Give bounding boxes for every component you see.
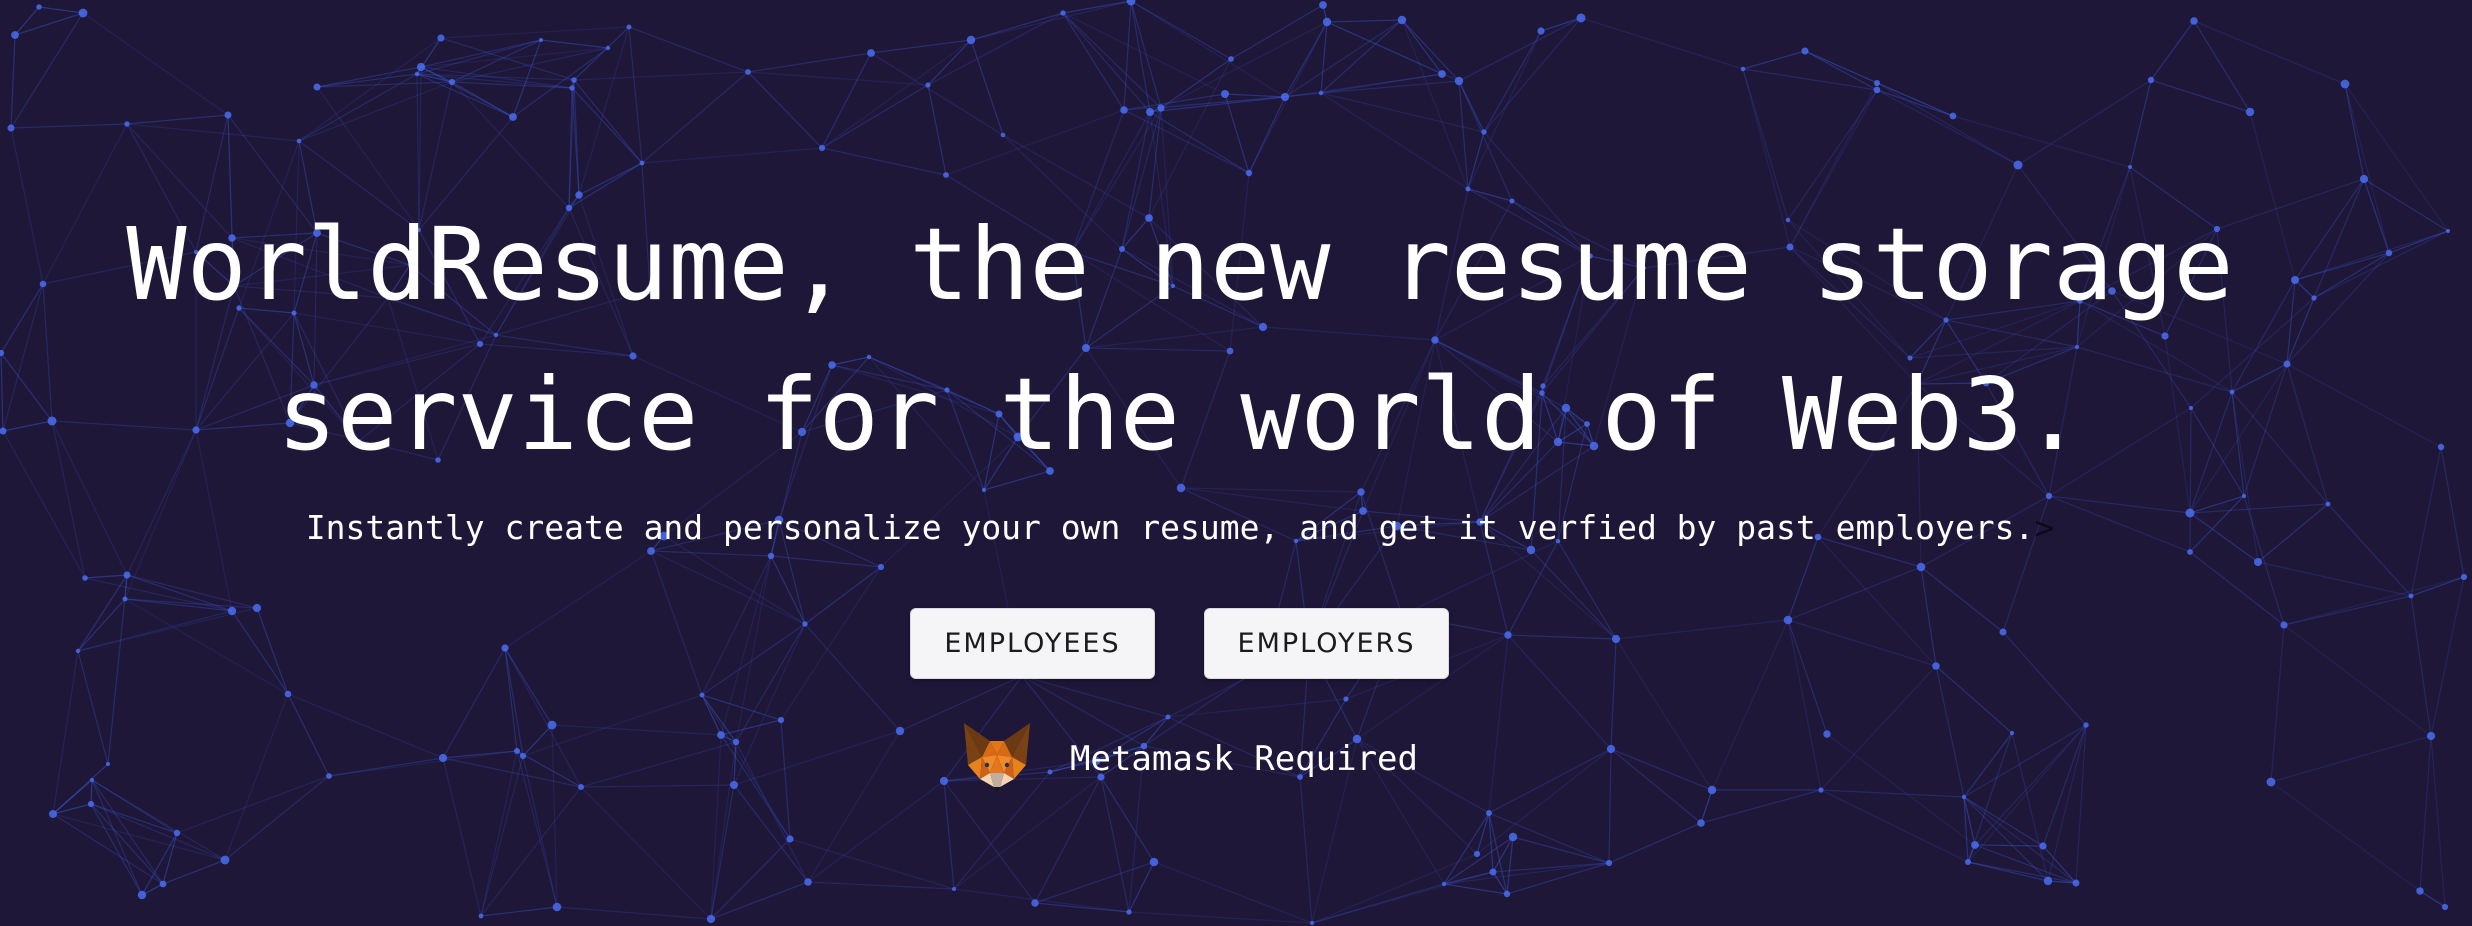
hero-subtitle: Instantly create and personalize your ow… bbox=[0, 505, 2360, 551]
employees-button[interactable]: EMPLOYEES bbox=[910, 608, 1155, 679]
headline-line-1: WorldResume, the new resume storage bbox=[126, 206, 2234, 323]
landing-page: WorldResume, the new resume storage serv… bbox=[0, 0, 2472, 926]
hero-section: WorldResume, the new resume storage serv… bbox=[0, 0, 2472, 926]
employers-button[interactable]: EMPLOYERS bbox=[1204, 608, 1449, 679]
subtitle-text: Instantly create and personalize your ow… bbox=[305, 508, 2035, 547]
metamask-fox-icon bbox=[964, 723, 1030, 793]
subtitle-caret: > bbox=[2034, 508, 2055, 547]
metamask-required-label: Metamask Required bbox=[1070, 739, 1418, 779]
metamask-notice: Metamask Required bbox=[960, 720, 1418, 798]
hero-headline: WorldResume, the new resume storage serv… bbox=[0, 190, 2360, 490]
headline-line-2: service for the world of Web3. bbox=[276, 356, 2084, 473]
